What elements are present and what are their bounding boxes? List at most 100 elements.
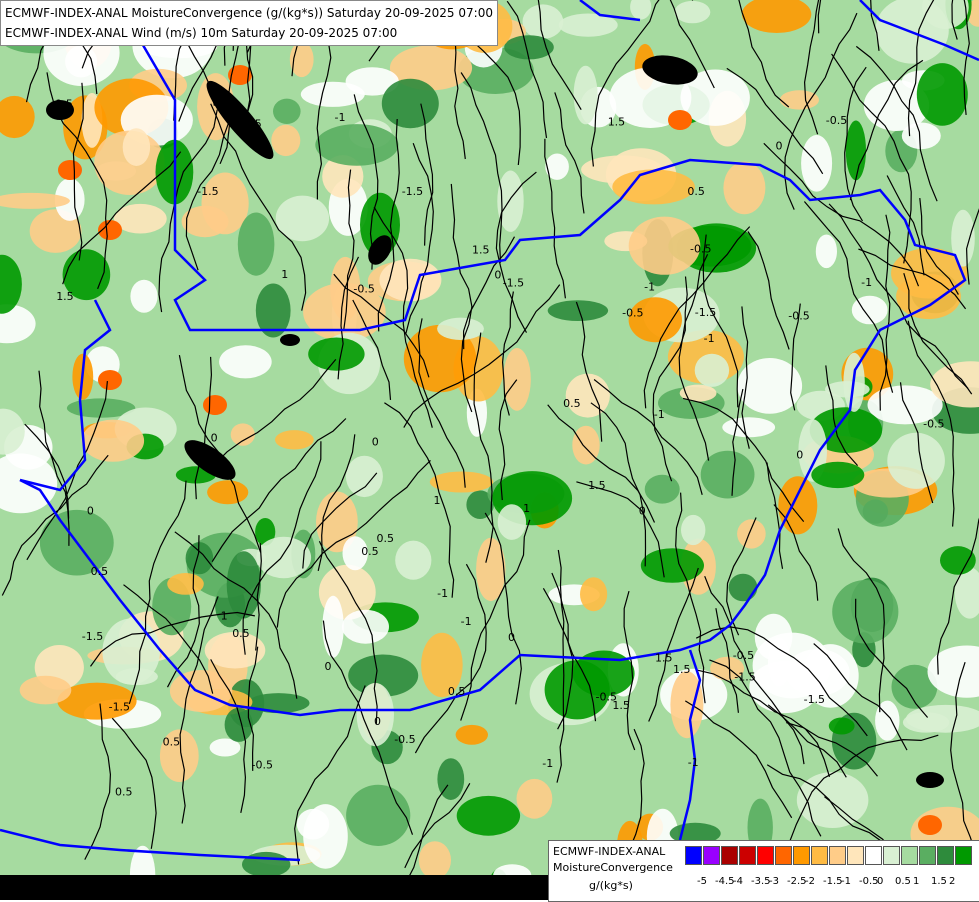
contour-label: 0.5 — [115, 785, 133, 798]
weather-map: -10.50-0.5-1.5101.51-11.5-0.51.5-0.5-1-1… — [0, 0, 979, 900]
field-patch — [207, 480, 248, 504]
contour-label: -1 — [644, 281, 655, 294]
contour-label: -0.5 — [353, 282, 374, 295]
field-patch — [701, 451, 755, 499]
contour-label: -1.5 — [734, 670, 755, 683]
contour-label: -0.5 — [252, 759, 273, 772]
legend-tick: -2 — [805, 876, 815, 887]
contour-label: 0.5 — [563, 397, 581, 410]
field-patch — [20, 676, 72, 705]
legend-swatch — [757, 846, 774, 865]
field-patch — [722, 417, 775, 437]
contour-label: -1 — [54, 109, 65, 122]
field-patch — [917, 63, 968, 126]
field-patch-negative — [668, 110, 692, 130]
contour-label: 0.5 — [361, 545, 379, 558]
contour-label: 0.5 — [91, 565, 109, 578]
legend-tick: -0.5 — [859, 876, 879, 887]
contour-label: -1 — [437, 587, 448, 600]
contour-label: 1.5 — [608, 115, 626, 128]
field-patch — [574, 66, 598, 125]
legend-tick: 0.5 — [895, 876, 911, 887]
legend-swatch — [883, 846, 900, 865]
contour-label: 0.5 — [448, 685, 466, 698]
bottom-black-strip — [0, 875, 548, 900]
field-patch — [346, 785, 410, 846]
field-patch — [130, 280, 157, 313]
field-patch-negative — [918, 815, 942, 835]
field-patch — [548, 300, 608, 321]
legend-tick: -1.5 — [823, 876, 843, 887]
contour-label: -0.5 — [826, 114, 847, 127]
field-patch — [695, 354, 729, 387]
field-patch-strong — [916, 772, 944, 788]
contour-label: -1 — [654, 408, 665, 421]
field-patch-strong — [280, 334, 300, 346]
contour-label: -1 — [688, 756, 699, 769]
field-patch — [308, 338, 364, 371]
contour-label: 0 — [87, 504, 94, 517]
field-patch — [430, 472, 493, 493]
legend-swatch — [721, 846, 738, 865]
field-patch — [778, 476, 817, 534]
field-patch — [816, 235, 837, 269]
contour-label: 1 — [281, 268, 288, 281]
field-patch — [675, 1, 711, 23]
contour-label: -1 — [335, 111, 346, 124]
legend-tick: 0 — [877, 876, 883, 887]
field-patch — [768, 637, 790, 686]
field-patch — [322, 596, 343, 658]
contour-label: 0 — [374, 715, 381, 728]
legend-tick: -4.5 — [715, 876, 735, 887]
field-patch — [902, 123, 941, 150]
contour-label: -1.5 — [402, 185, 423, 198]
legend-swatch — [793, 846, 810, 865]
contour-label: 0.5 — [377, 532, 395, 545]
contour-label: -1.5 — [82, 630, 103, 643]
field-patch — [238, 213, 275, 276]
field-patch — [379, 259, 441, 301]
field-patch — [182, 206, 229, 237]
contour-label: 1 — [523, 502, 530, 515]
field-patch-negative — [58, 160, 82, 180]
legend-unit: g/(kg*s) — [589, 879, 633, 892]
field-patch — [231, 423, 255, 445]
legend-swatch — [829, 846, 846, 865]
contour-label: -0.5 — [733, 649, 754, 662]
legend-tick: -5 — [697, 876, 707, 887]
contour-label: 0.5 — [163, 736, 181, 749]
legend-tick: -3.5 — [751, 876, 771, 887]
field-patch — [887, 433, 945, 489]
field-patch — [723, 162, 765, 215]
legend-swatch — [937, 846, 954, 865]
title-line-moisture: ECMWF-INDEX-ANAL MoistureConvergence (g/… — [5, 3, 493, 23]
contour-label: -0.5 — [788, 309, 809, 322]
field-patch — [457, 796, 520, 836]
legend-swatch — [739, 846, 756, 865]
contour-label: 1.5 — [588, 479, 606, 492]
contour-label: -1.5 — [503, 276, 524, 289]
field-patch — [645, 475, 680, 504]
legend-tick: 1 — [913, 876, 919, 887]
field-patch — [580, 577, 607, 611]
field-patch — [346, 456, 383, 497]
field-patch — [456, 725, 488, 745]
field-patch — [681, 515, 705, 545]
field-patch-negative — [98, 370, 122, 390]
field-patch — [832, 580, 898, 644]
contour-label: -1 — [461, 615, 472, 628]
contour-label: 0.5 — [232, 627, 250, 640]
field-patch — [395, 541, 431, 580]
field-patch — [437, 318, 484, 340]
field-patch — [566, 374, 610, 418]
field-patch — [829, 718, 855, 735]
contour-label: 1 — [434, 494, 441, 507]
field-patch-negative — [203, 395, 227, 415]
legend-swatch — [901, 846, 918, 865]
contour-label: 1.5 — [655, 651, 673, 664]
legend-swatch — [703, 846, 720, 865]
field-patch — [729, 574, 758, 602]
field-patch — [273, 99, 301, 124]
contour-label: -1.5 — [804, 693, 825, 706]
field-patch — [737, 519, 766, 548]
